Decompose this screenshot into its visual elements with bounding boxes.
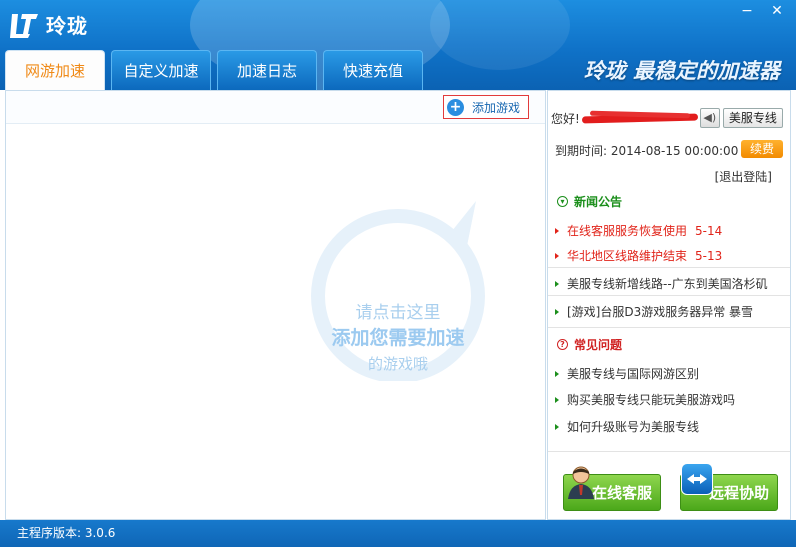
speech-bubble-icon bbox=[311, 201, 485, 381]
bullet-icon bbox=[555, 308, 559, 315]
us-line-button[interactable]: 美服专线 bbox=[722, 108, 783, 128]
hint-line-3: 的游戏哦 bbox=[367, 355, 428, 373]
faq-item[interactable]: 美服专线与国际网游区别 bbox=[555, 365, 785, 382]
news-item[interactable]: [游戏]台服D3游戏服务器异常 暴雪 bbox=[555, 303, 785, 320]
tab-acceleration-log[interactable]: 加速日志 bbox=[217, 50, 317, 90]
minimize-button[interactable]: − bbox=[734, 2, 760, 20]
app-name: 玲珑 bbox=[46, 13, 88, 38]
divider bbox=[548, 295, 790, 296]
news-item-date: 5-14 bbox=[695, 223, 723, 238]
news-item-text: [游戏]台服D3游戏服务器异常 暴雪 bbox=[567, 305, 754, 319]
bullet-icon bbox=[555, 252, 559, 259]
chevron-down-circle-icon: ▾ bbox=[557, 196, 568, 207]
tab-online-game-acceleration[interactable]: 网游加速 bbox=[5, 50, 105, 90]
game-list-panel: + 添加游戏 请点击这里 添加您需要加速 的游戏哦 bbox=[5, 90, 546, 520]
header-glow bbox=[430, 0, 570, 70]
hint-line-1: 请点击这里 bbox=[355, 303, 441, 323]
question-circle-icon: ? bbox=[557, 339, 568, 350]
hint-line-2: 添加您需要加速 bbox=[331, 327, 465, 349]
tab-custom-acceleration[interactable]: 自定义加速 bbox=[111, 50, 211, 90]
news-item-date: 5-13 bbox=[695, 248, 723, 263]
faq-item-text: 如何升级账号为美服专线 bbox=[567, 420, 700, 434]
news-item[interactable]: 在线客服服务恢复使用 5-14 bbox=[555, 222, 785, 239]
news-section-title: ▾ 新闻公告 bbox=[557, 193, 622, 210]
close-button[interactable]: ✕ bbox=[764, 2, 790, 20]
redacted-username bbox=[581, 110, 698, 126]
news-item-text: 在线客服服务恢复使用 bbox=[567, 224, 688, 238]
expiry-text: 到期时间: 2014-08-15 00:00:00 bbox=[555, 142, 738, 159]
header-bar: 玲珑 − ✕ 网游加速 自定义加速 加速日志 快速充值 玲珑 最稳定的加速器 bbox=[0, 0, 796, 90]
account-side-panel: 您好! ◀) 美服专线 到期时间: 2014-08-15 00:00:00 续费… bbox=[547, 90, 791, 520]
faq-item[interactable]: 购买美服专线只能玩美服游戏吗 bbox=[555, 391, 785, 408]
tab-quick-recharge[interactable]: 快速充值 bbox=[323, 50, 423, 90]
faq-item-text: 美服专线与国际网游区别 bbox=[567, 367, 700, 381]
bullet-icon bbox=[555, 396, 559, 403]
plus-icon: + bbox=[447, 98, 464, 116]
greeting-row: 您好! ◀) 美服专线 bbox=[551, 108, 787, 128]
add-game-hint-bubble[interactable]: 请点击这里 添加您需要加速 的游戏哦 bbox=[298, 181, 498, 381]
divider bbox=[548, 451, 790, 452]
news-item-text: 华北地区线路维护结束 bbox=[567, 249, 688, 263]
renew-button[interactable]: 续费 bbox=[741, 140, 783, 158]
expiry-label: 到期时间: bbox=[555, 144, 608, 158]
bullet-icon bbox=[555, 423, 559, 430]
main-tabs: 网游加速 自定义加速 加速日志 快速充值 bbox=[5, 50, 429, 90]
game-toolbar: + 添加游戏 bbox=[6, 91, 545, 124]
news-item[interactable]: 华北地区线路维护结束 5-13 bbox=[555, 247, 785, 264]
version-text: 主程序版本: 3.0.6 bbox=[17, 526, 116, 540]
speaker-icon[interactable]: ◀) bbox=[699, 108, 720, 128]
add-game-button[interactable]: + 添加游戏 bbox=[443, 95, 529, 119]
faq-item-text: 购买美服专线只能玩美服游戏吗 bbox=[567, 393, 736, 407]
news-title: 新闻公告 bbox=[574, 195, 623, 209]
bullet-icon bbox=[555, 370, 559, 377]
app-logo: 玲珑 bbox=[8, 8, 88, 40]
divider bbox=[548, 267, 790, 268]
expiry-value: 2014-08-15 00:00:00 bbox=[610, 144, 739, 158]
faq-item[interactable]: 如何升级账号为美服专线 bbox=[555, 418, 785, 435]
bullet-icon bbox=[555, 280, 559, 287]
greeting-label: 您好! bbox=[551, 111, 580, 126]
customer-service-avatar-icon bbox=[566, 465, 596, 499]
bullet-icon bbox=[555, 227, 559, 234]
slogan: 玲珑 最稳定的加速器 bbox=[583, 59, 780, 83]
logout-link[interactable]: [退出登陆] bbox=[715, 168, 772, 185]
status-bar: 主程序版本: 3.0.6 bbox=[0, 520, 796, 547]
news-item[interactable]: 美服专线新增线路--广东到美国洛杉矶 bbox=[555, 275, 785, 292]
logo-icon bbox=[8, 8, 42, 40]
faq-section-title: ? 常见问题 bbox=[557, 336, 622, 353]
news-item-text: 美服专线新增线路--广东到美国洛杉矶 bbox=[567, 277, 768, 291]
add-game-label: 添加游戏 bbox=[472, 100, 521, 115]
divider bbox=[548, 327, 790, 328]
remote-support-icon bbox=[681, 463, 713, 495]
faq-title: 常见问题 bbox=[574, 338, 623, 352]
